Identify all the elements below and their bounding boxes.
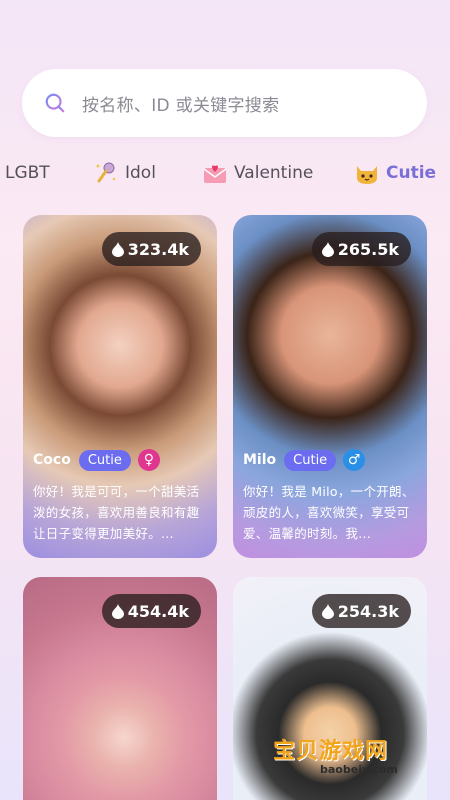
character-description: 你好！我是可可，一个甜美活泼的女孩，喜欢用善良和有趣让日子变得更加美好。...: [33, 484, 200, 541]
search-icon: [45, 93, 65, 113]
tab-label: Valentine: [234, 163, 314, 183]
flame-icon: [321, 241, 334, 257]
tab-valentine[interactable]: Valentine: [202, 155, 313, 191]
popularity-count: 254.3k: [337, 601, 399, 621]
popularity-count: 323.4k: [127, 239, 189, 259]
popularity-badge: 265.5k: [311, 232, 411, 266]
popularity-count: 265.5k: [337, 239, 399, 259]
flame-icon: [111, 241, 124, 257]
character-description: 你好！我是 Milo，一个开朗、顽皮的人，喜欢微笑，享受可爱、温馨的时刻。我..…: [243, 484, 415, 541]
popularity-badge: 454.4k: [101, 594, 201, 628]
love-letter-icon: [203, 165, 227, 183]
watermark-url: baobeiy.com: [320, 763, 398, 776]
tab-lgbt[interactable]: LGBT: [5, 155, 50, 191]
tab-label: Idol: [125, 163, 156, 183]
character-name: Coco: [33, 452, 71, 468]
character-card[interactable]: 323.4k Coco Cutie ♀ 你好！我是可可，一个甜美活泼的女孩，喜欢…: [23, 215, 217, 558]
flame-icon: [111, 603, 124, 619]
character-name: Milo: [243, 452, 277, 468]
card-info: Milo Cutie ♂ 你好！我是 Milo，一个开朗、顽皮的人，喜欢微笑，享…: [233, 437, 427, 558]
cat-face-icon: [357, 166, 377, 184]
watermark-title: 宝贝游戏网: [273, 739, 389, 764]
tab-label: Cutie: [386, 163, 437, 183]
category-tag: Cutie: [284, 449, 337, 471]
search-input[interactable]: 按名称、ID 或关键字搜索: [82, 91, 279, 116]
female-icon: ♀: [137, 449, 160, 471]
character-card[interactable]: 454.4k: [23, 577, 217, 800]
microphone-icon: [96, 162, 116, 183]
tab-label: LGBT: [5, 163, 50, 183]
popularity-badge: 254.3k: [311, 594, 411, 628]
popularity-badge: 323.4k: [101, 232, 201, 266]
male-icon: ♂: [343, 449, 366, 471]
tab-idol[interactable]: Idol: [93, 155, 156, 191]
watermark: 宝贝游戏网 baobeiy.com: [255, 733, 425, 783]
search-bar[interactable]: 按名称、ID 或关键字搜索: [22, 69, 427, 137]
category-tabs: LGBT Idol Valentine Cutie: [0, 155, 450, 191]
popularity-count: 454.4k: [127, 601, 189, 621]
flame-icon: [321, 603, 334, 619]
tab-cutie[interactable]: Cutie: [354, 155, 436, 191]
card-info: Coco Cutie ♀ 你好！我是可可，一个甜美活泼的女孩，喜欢用善良和有趣让…: [23, 437, 217, 558]
character-card[interactable]: 265.5k Milo Cutie ♂ 你好！我是 Milo，一个开朗、顽皮的人…: [233, 215, 427, 558]
category-tag: Cutie: [78, 449, 131, 471]
